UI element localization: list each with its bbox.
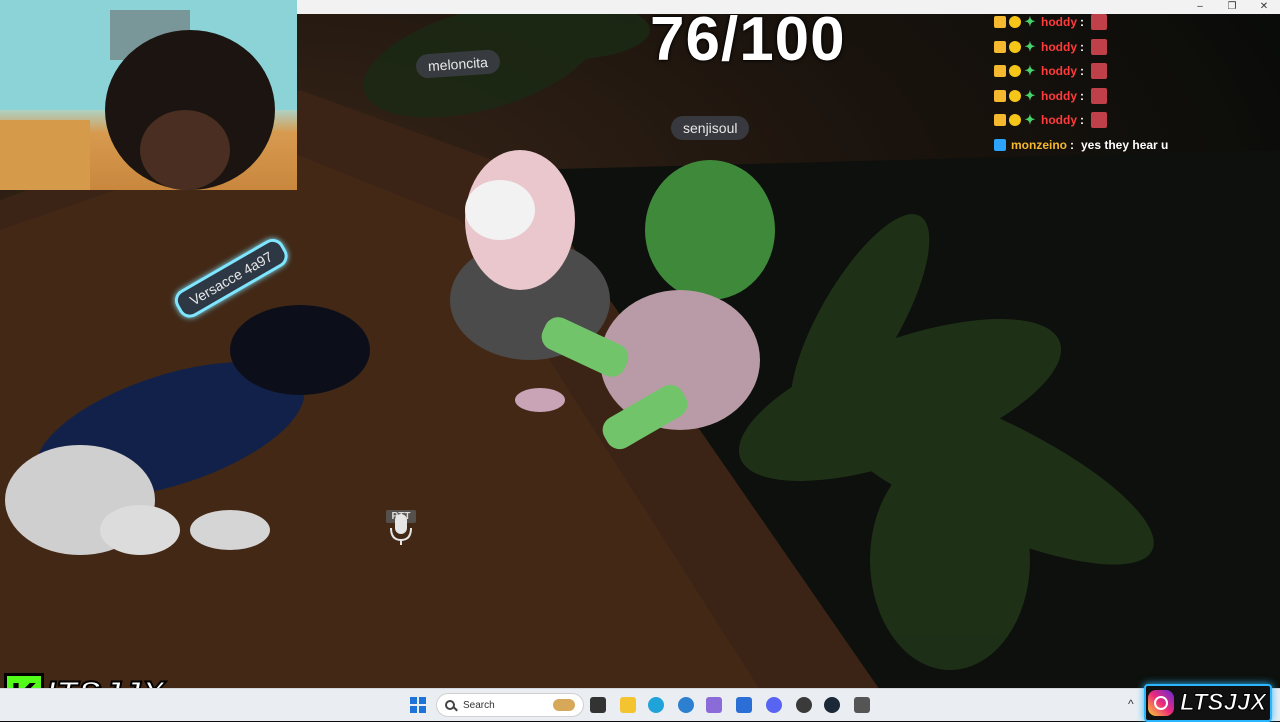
chat-message: ✦ hoddy: — [994, 59, 1274, 84]
task-view-icon[interactable] — [590, 697, 606, 713]
star-badge-icon: ✦ — [1024, 63, 1036, 79]
discord-icon[interactable] — [766, 697, 782, 713]
crown-badge-icon — [994, 89, 1006, 102]
search-placeholder: Search — [463, 699, 495, 711]
windows-start-icon[interactable] — [410, 697, 426, 713]
webcam-overlay — [0, 0, 297, 190]
steam-icon[interactable] — [824, 697, 840, 713]
chat-message: ✦ hoddy: — [994, 108, 1274, 133]
search-highlight-icon — [553, 699, 575, 711]
store-icon[interactable] — [736, 697, 752, 713]
chat-username: hoddy — [1041, 15, 1077, 30]
chat-message: ✦ hoddy: — [994, 10, 1274, 35]
edge-icon[interactable] — [648, 697, 664, 713]
windows-taskbar: Search ^ — [0, 688, 1280, 721]
coin-badge-icon — [1009, 40, 1021, 53]
chat-separator: : — [1080, 88, 1084, 103]
chat-separator: : — [1080, 113, 1084, 128]
vr-icon[interactable] — [854, 697, 870, 713]
emote-icon — [1091, 14, 1107, 31]
gallery-icon[interactable] — [706, 697, 722, 713]
crown-badge-icon — [994, 65, 1006, 78]
tray-chevron-icon[interactable]: ^ — [1128, 697, 1134, 711]
coin-badge-icon — [1009, 16, 1021, 29]
coin-badge-icon — [1009, 89, 1021, 102]
push-to-talk-indicator: PTT — [386, 510, 416, 545]
chat-message-text: yes they hear u — [1081, 137, 1169, 152]
crown-badge-icon — [994, 40, 1006, 53]
chat-username: monzeino — [1011, 137, 1067, 152]
coin-badge-icon — [1009, 65, 1021, 78]
chat-username: hoddy — [1041, 113, 1077, 128]
emote-icon — [1091, 112, 1107, 129]
emote-icon — [1091, 38, 1107, 55]
instagram-name: LTSJJX — [1179, 689, 1267, 717]
microphone-icon — [390, 514, 412, 545]
chat-overlay: ✦ hoddy: ✦ hoddy: ✦ hoddy: ✦ hoddy: ✦ ho… — [994, 10, 1274, 157]
chat-message: monzeino: yes they hear u — [994, 133, 1274, 158]
copilot-icon[interactable] — [678, 697, 694, 713]
star-badge-icon: ✦ — [1024, 38, 1036, 54]
instagram-handle-badge: LTSJJX — [1144, 684, 1273, 722]
emote-icon — [1091, 87, 1107, 104]
star-badge-icon: ✦ — [1024, 14, 1036, 30]
chat-message: ✦ hoddy: — [994, 35, 1274, 60]
taskbar-search-box[interactable]: Search — [436, 693, 584, 717]
chat-separator: : — [1080, 15, 1084, 30]
chat-separator: : — [1080, 64, 1084, 79]
emote-icon — [1091, 63, 1107, 80]
chat-message: ✦ hoddy: — [994, 84, 1274, 109]
search-icon — [445, 700, 455, 710]
star-badge-icon: ✦ — [1024, 112, 1036, 128]
chat-username: hoddy — [1041, 64, 1077, 79]
chrome-icon[interactable] — [796, 697, 812, 713]
chat-username: hoddy — [1041, 88, 1077, 103]
nameplate-senjisoul: senjisoul — [671, 116, 750, 140]
file-explorer-icon[interactable] — [620, 697, 636, 713]
webcam-feed — [0, 0, 297, 190]
fern-plant-top — [363, 0, 650, 118]
chat-separator: : — [1080, 39, 1084, 54]
prime-badge-icon — [994, 138, 1006, 151]
chat-separator: : — [1070, 137, 1074, 152]
progress-counter: 76/100 — [650, 5, 846, 74]
crown-badge-icon — [994, 16, 1006, 29]
coin-badge-icon — [1009, 114, 1021, 127]
instagram-icon — [1148, 690, 1174, 716]
crown-badge-icon — [994, 114, 1006, 127]
chat-username: hoddy — [1041, 39, 1077, 54]
star-badge-icon: ✦ — [1024, 87, 1036, 103]
